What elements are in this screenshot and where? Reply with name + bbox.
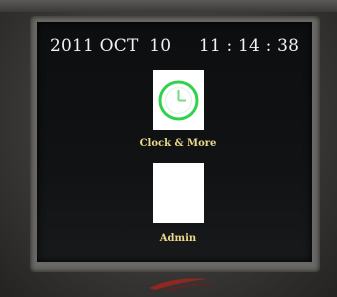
day-text: 10	[149, 36, 172, 56]
device-bezel: 2011 OCT 10 11 : 14 : 38 Clock & More Ad…	[0, 0, 337, 297]
clock-icon	[158, 80, 199, 121]
clock-and-more-tile[interactable]	[153, 70, 204, 130]
brand-logo-icon	[149, 278, 212, 292]
year-text: 2011	[50, 36, 95, 56]
bezel-edge	[0, 0, 337, 12]
month-text: OCT	[99, 36, 139, 56]
lcd-screen: 2011 OCT 10 11 : 14 : 38 Clock & More Ad…	[37, 22, 312, 262]
clock-and-more-label[interactable]: Clock & More	[117, 138, 239, 149]
time-text: 11 : 14 : 38	[198, 36, 300, 56]
admin-label[interactable]: Admin	[117, 233, 239, 244]
admin-tile[interactable]	[153, 163, 204, 223]
date-time-display: 2011 OCT 10 11 : 14 : 38	[50, 36, 310, 60]
